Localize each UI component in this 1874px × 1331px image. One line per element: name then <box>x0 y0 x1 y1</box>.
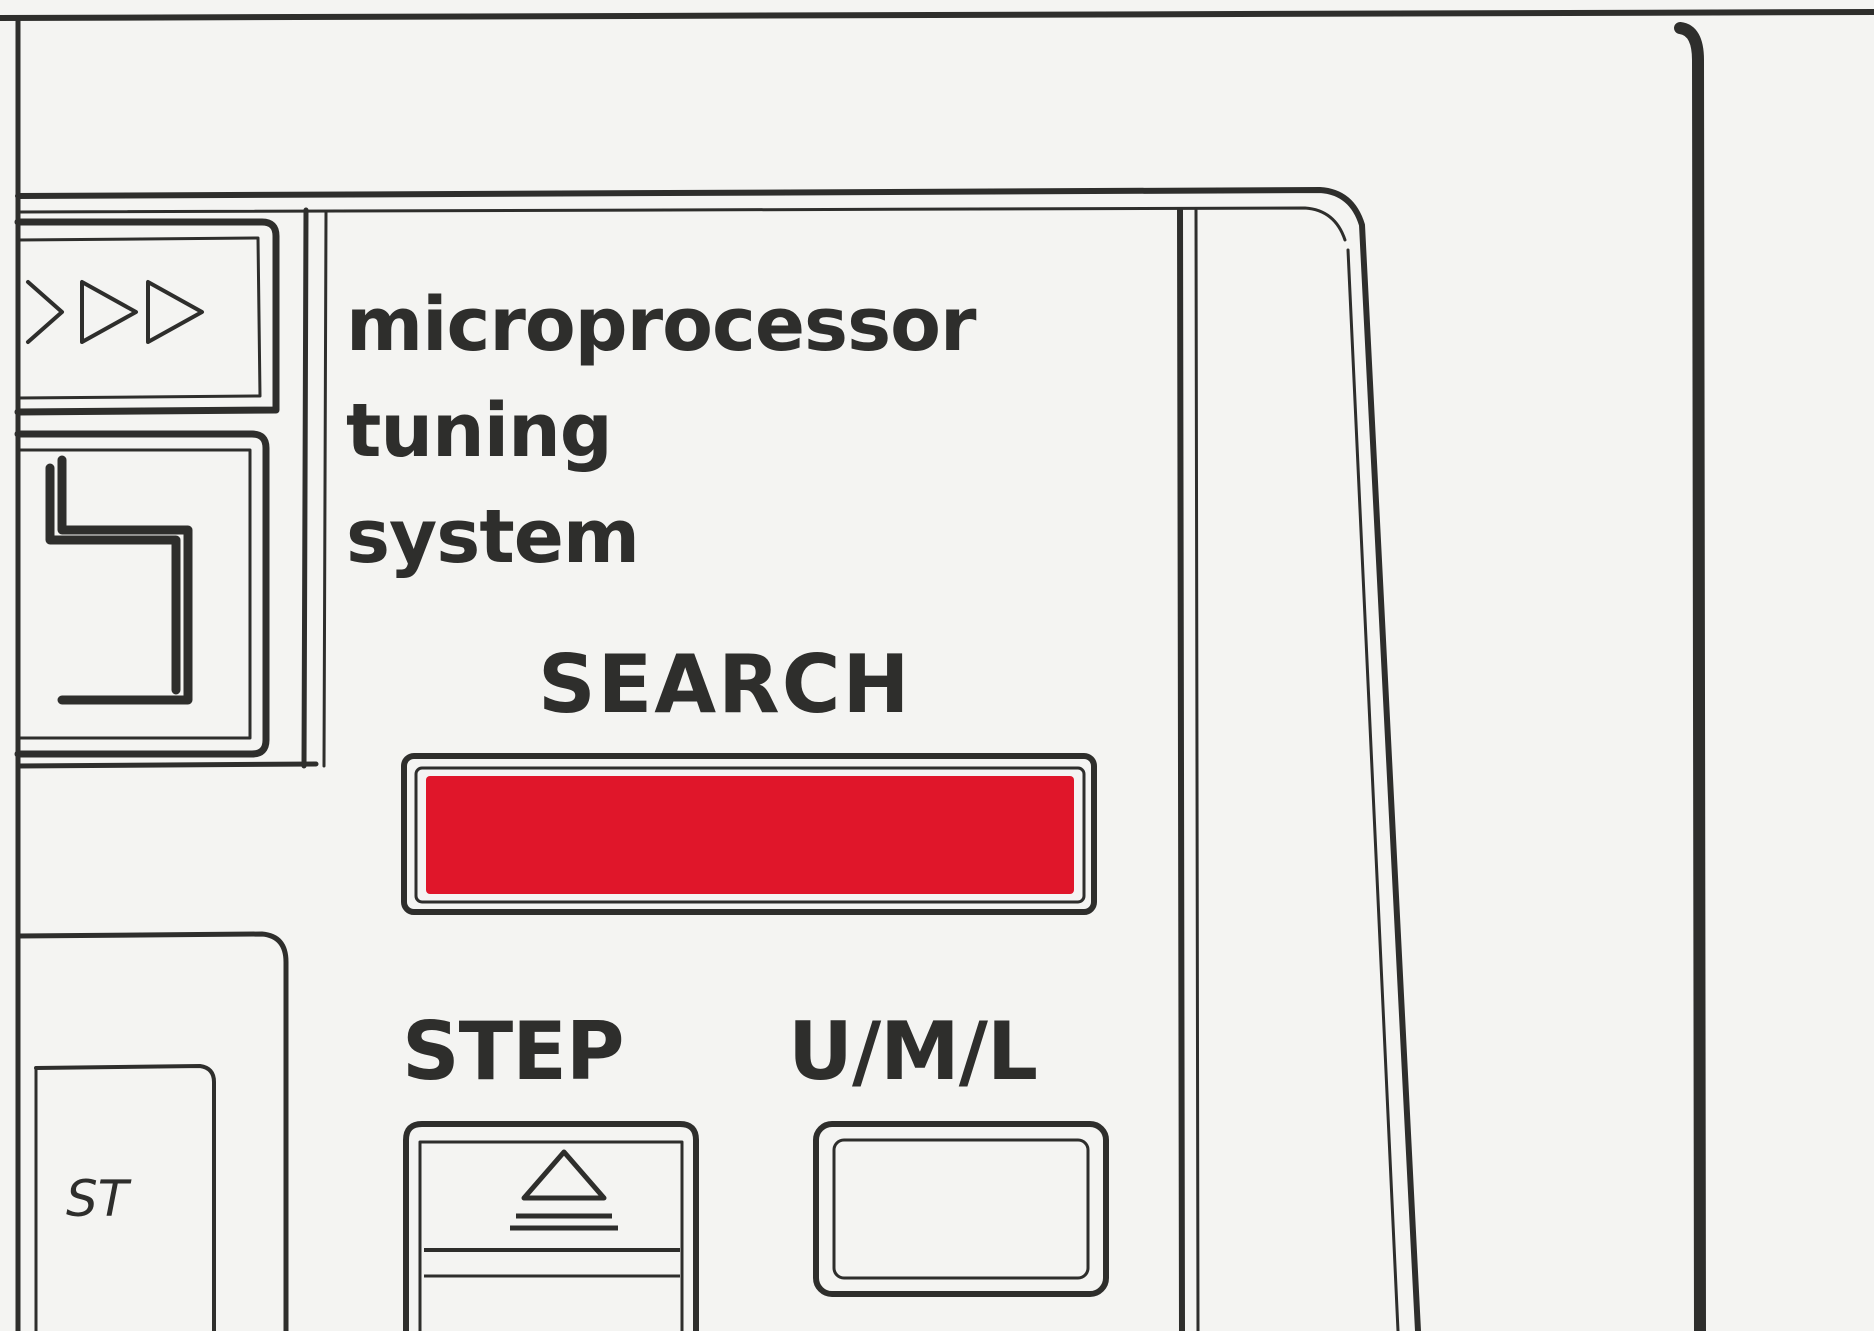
digit-display-icon <box>45 455 193 705</box>
brand-text-block: microprocessor tuning system <box>346 272 976 590</box>
uml-label: U/M/L <box>788 1005 1038 1098</box>
step-up-button[interactable] <box>406 1124 696 1331</box>
st-indicator-label: ST <box>66 1170 129 1228</box>
brand-line-1: microprocessor <box>346 282 976 368</box>
brand-line-2: tuning <box>346 388 613 474</box>
brand-line-3: system <box>346 494 640 580</box>
fast-forward-button[interactable] <box>18 222 276 412</box>
search-label: SEARCH <box>538 638 912 731</box>
step-label: STEP <box>402 1005 624 1098</box>
uml-button[interactable] <box>816 1124 1106 1294</box>
search-button[interactable] <box>404 756 1094 912</box>
